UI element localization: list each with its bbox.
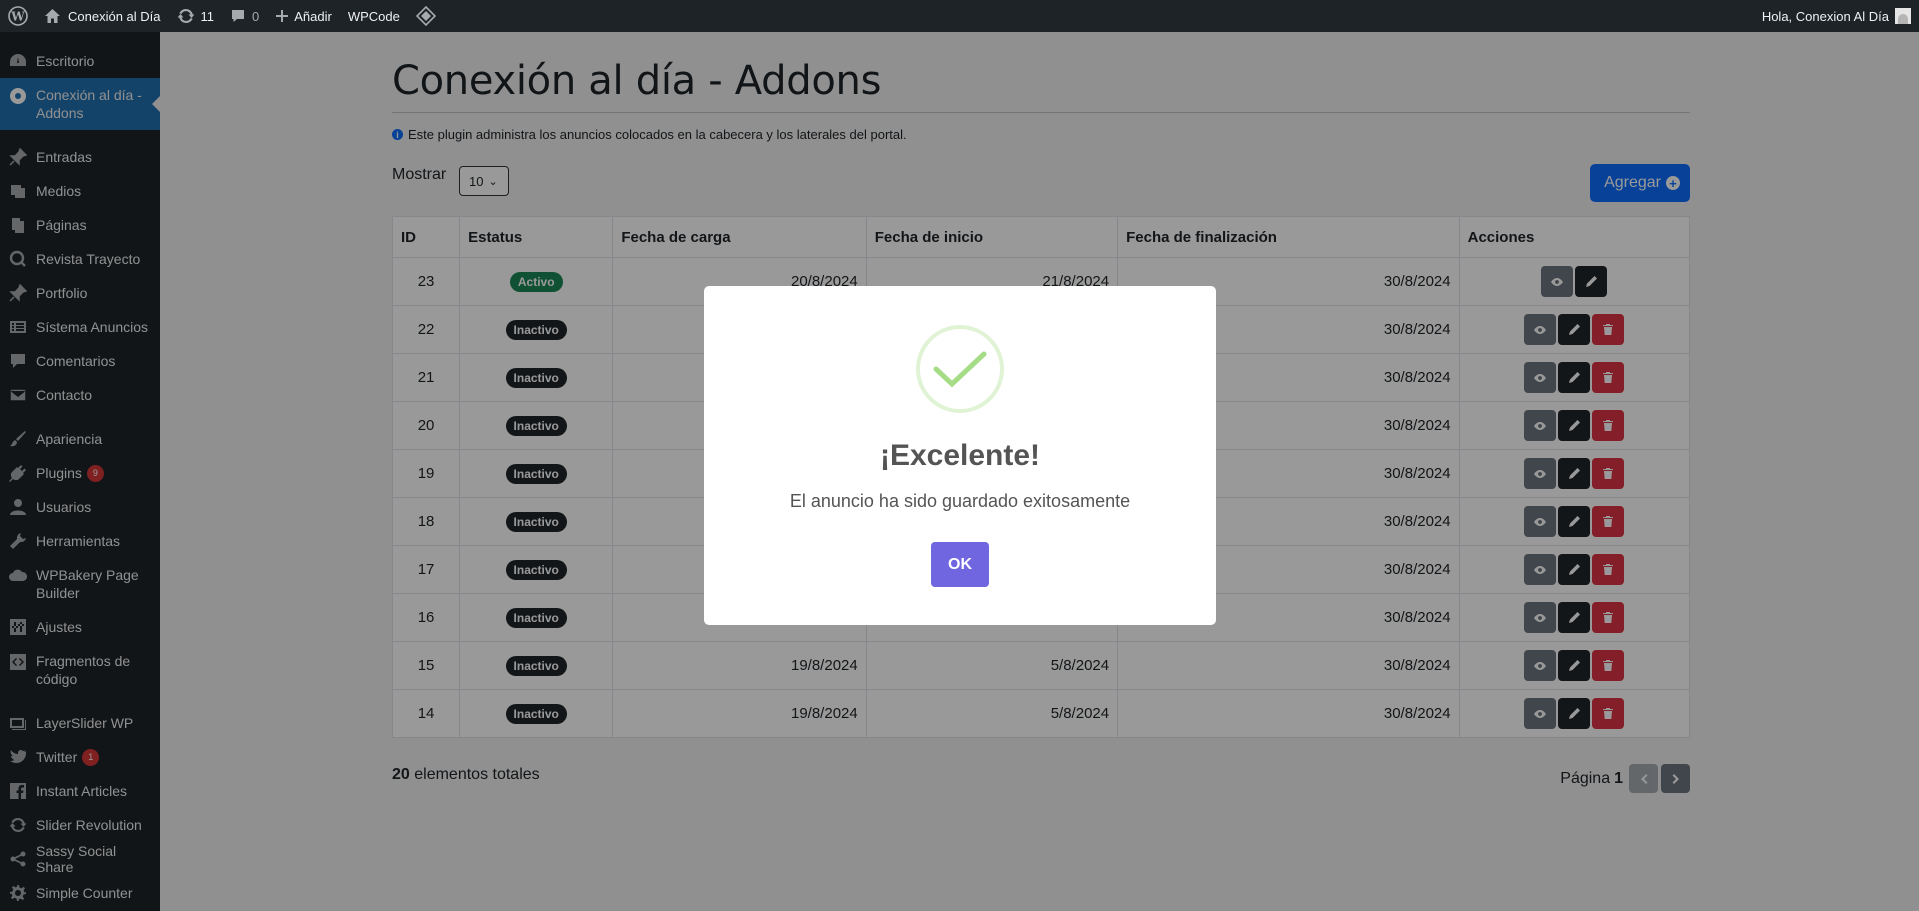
success-check-icon (916, 325, 1004, 413)
add-new-link[interactable]: Añadir (267, 0, 340, 32)
updates-count: 11 (200, 8, 215, 24)
wpcode-label: WPCode (347, 8, 400, 24)
site-name-link[interactable]: Conexión al Día (36, 0, 169, 32)
ok-button[interactable]: OK (931, 542, 989, 587)
greeting-label: Hola, Conexion Al Día (1761, 8, 1889, 24)
admin-bar: W Conexión al Día 11 0 Añadir WPCode Hol… (0, 0, 1919, 32)
avatar (1895, 8, 1911, 24)
home-icon (44, 8, 61, 24)
success-dialog: ¡Excelente! El anuncio ha sido guardado … (704, 286, 1216, 625)
updates-link[interactable]: 11 (169, 0, 223, 32)
dialog-title: ¡Excelente! (879, 439, 1041, 472)
diamond-logo-icon[interactable] (408, 0, 444, 32)
comment-icon (230, 8, 246, 24)
svg-text:W: W (10, 10, 25, 24)
plus-icon (275, 9, 289, 23)
comments-count: 0 (252, 8, 260, 24)
wordpress-logo-icon[interactable]: W (0, 0, 36, 32)
refresh-icon (177, 7, 195, 25)
add-new-label: Añadir (294, 8, 332, 24)
site-name-label: Conexión al Día (68, 8, 161, 24)
wpcode-link[interactable]: WPCode (340, 0, 408, 32)
my-account-link[interactable]: Hola, Conexion Al Día (1762, 8, 1919, 24)
comments-link[interactable]: 0 (222, 0, 267, 32)
dialog-message: El anuncio ha sido guardado exitosamente (789, 491, 1131, 511)
